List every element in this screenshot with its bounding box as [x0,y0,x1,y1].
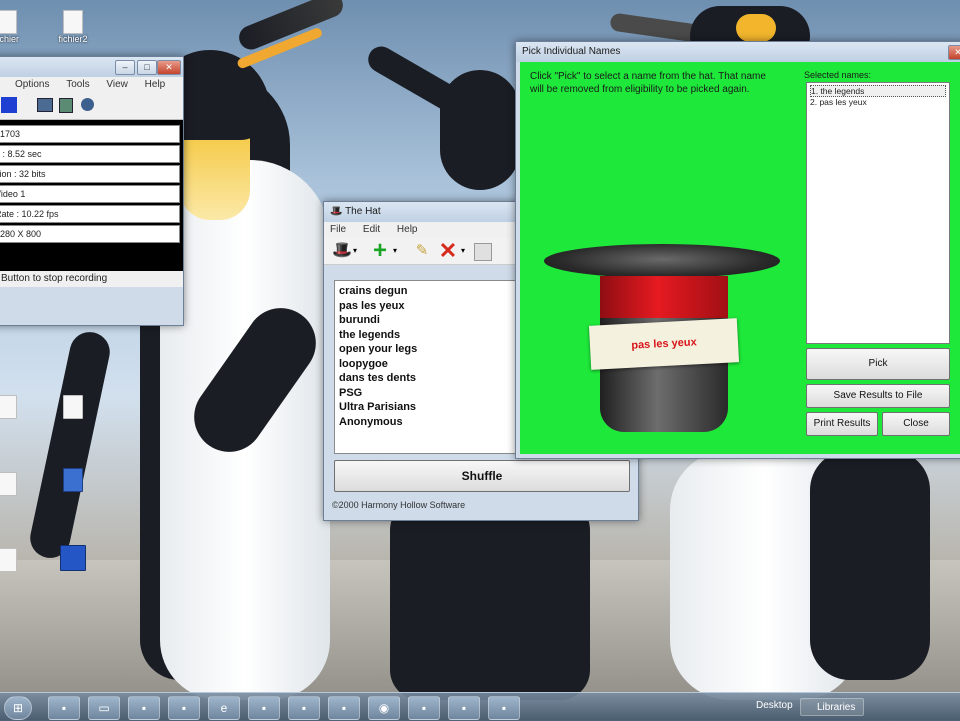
selected-names-list[interactable]: 1. the legends 2. pas les yeux [806,82,950,344]
file-icon [0,472,17,496]
desktop-toolbar-label[interactable]: Desktop [756,700,793,711]
file-icon [0,548,17,572]
menu-tools[interactable]: Tools [66,79,89,90]
hat-brim [544,244,780,278]
taskbar-app-icon[interactable]: ▪ [448,696,480,720]
save-icon[interactable] [474,243,492,261]
hat-band [600,276,728,318]
folder-icon[interactable]: ▭ [88,696,120,720]
installer-icon [63,468,83,492]
shuffle-button[interactable]: Shuffle [334,460,630,492]
instructions-text: Click "Pick" to select a name from the h… [530,71,766,95]
menu-help[interactable]: Help [397,224,418,235]
taskbar-app-icon[interactable]: ▪ [408,696,440,720]
taskbar: ⊞ ▪ ▭ ▪ ▪ e ▪ ▪ ▪ ◉ ▪ ▪ ▪ Desktop Librar… [0,692,960,721]
taskbar-app-icon[interactable]: ▪ [168,696,200,720]
desktop-icon[interactable] [38,468,108,492]
recorder-titlebar[interactable]: – □ ✕ [0,57,183,77]
file-icon [63,395,83,419]
edit-icon[interactable]: ✎ [412,241,432,261]
picked-name-label: pas les yeux [588,318,740,370]
file-icon [0,395,17,419]
browser-icon[interactable]: e [208,696,240,720]
recorder-toolbar [0,93,183,120]
pick-names-titlebar[interactable]: Pick Individual Names ✕ [516,42,960,62]
firefox-icon[interactable]: ◉ [368,696,400,720]
close-button[interactable]: ✕ [948,45,960,60]
stat-row: 1280 X 800 [0,225,180,243]
stat-row: sion : 32 bits [0,165,180,183]
copyright-footer: ©2000 Harmony Hollow Software [332,500,466,510]
start-icon[interactable]: ⊞ [4,696,32,720]
hat-icon[interactable]: 🎩 [332,241,352,261]
recorder-status: Button to stop recording [0,271,183,287]
desktop-icon[interactable] [38,395,108,419]
chevron-down-icon[interactable]: ▾ [458,241,468,261]
taskbar-app-icon[interactable]: ▪ [288,696,320,720]
list-item[interactable]: 2. pas les yeux [810,97,946,107]
menu-file[interactable]: File [330,224,346,235]
recorder-stats: : 1703 d : 8.52 sec sion : 32 bits Video… [0,120,183,271]
desktop-icon[interactable] [38,545,108,571]
desktop-icon[interactable]: fichier [0,10,42,44]
camera-icon[interactable] [59,98,73,113]
libraries-toolbar-label[interactable]: Libraries [800,698,864,716]
pick-button[interactable]: Pick [806,348,950,380]
file-icon [63,10,83,34]
menu-options[interactable]: Options [15,79,49,90]
stat-row: d : 8.52 sec [0,145,180,163]
stop-icon[interactable] [1,97,17,113]
monitor-icon[interactable] [37,98,53,112]
chevron-down-icon[interactable]: ▾ [390,241,400,261]
file-icon [0,10,17,34]
list-item[interactable]: 1. the legends [810,85,946,97]
desktop-icon[interactable] [0,395,42,419]
selected-names-label: Selected names: [804,70,872,80]
taskbar-app-icon[interactable]: ▪ [328,696,360,720]
taskbar-app-icon[interactable]: ▪ [488,696,520,720]
taskbar-app-icon[interactable]: ▪ [248,696,280,720]
taskbar-app-icon[interactable]: ▪ [48,696,80,720]
shortcut-icon [60,545,86,571]
print-results-button[interactable]: Print Results [806,412,878,436]
close-button[interactable]: ✕ [157,60,181,75]
close-button[interactable]: Close [882,412,950,436]
chevron-down-icon[interactable]: ▾ [350,241,360,261]
maximize-button[interactable]: □ [137,60,157,75]
desktop-icon[interactable] [0,472,42,496]
taskbar-app-icon[interactable]: ▪ [128,696,160,720]
pick-names-window[interactable]: Pick Individual Names ✕ Click "Pick" to … [515,41,960,459]
stat-row: Rate : 10.22 fps [0,205,180,223]
minimize-button[interactable]: – [115,60,135,75]
recorder-window[interactable]: – □ ✕ Options Tools View Help : 1703 d :… [0,56,184,326]
delete-icon[interactable]: ✕ [438,240,458,262]
save-results-button[interactable]: Save Results to File [806,384,950,408]
record-icon[interactable] [81,98,94,111]
pick-panel: Click "Pick" to select a name from the h… [520,62,960,454]
top-hat-image: pas les yeux [544,240,784,440]
stat-row: : 1703 [0,125,180,143]
desktop-icon[interactable] [0,548,42,572]
stat-row: Video 1 [0,185,180,203]
recorder-menubar: Options Tools View Help [0,77,183,93]
add-icon[interactable]: + [370,239,390,263]
desktop-icon[interactable]: fichier2 [38,10,108,44]
menu-help[interactable]: Help [145,79,166,90]
hat-icon: 🎩 [330,206,343,217]
menu-edit[interactable]: Edit [363,224,380,235]
menu-view[interactable]: View [106,79,128,90]
